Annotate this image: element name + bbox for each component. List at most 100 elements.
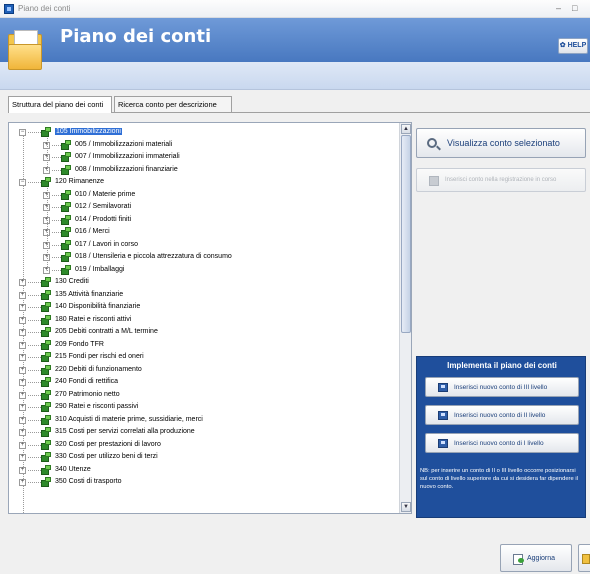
expand-icon[interactable]: + [19, 404, 26, 411]
tree-node-label: 180 Ratei e risconti attivi [55, 315, 132, 323]
add-level1-button[interactable]: Inserisci nuovo conto di I livello [425, 433, 579, 453]
add-level3-button[interactable]: Inserisci nuovo conto di III livello [425, 377, 579, 397]
scroll-thumb[interactable] [401, 135, 411, 333]
header-strip [0, 62, 590, 90]
add-level2-button[interactable]: Inserisci nuovo conto di II livello [425, 405, 579, 425]
save-icon [438, 411, 448, 420]
tree-node[interactable]: +007 / Immobilizzazioni immateriali [9, 152, 399, 163]
tree-connector [28, 407, 41, 408]
page-title: Piano dei conti [60, 26, 212, 47]
expand-icon[interactable]: + [19, 279, 26, 286]
collapse-icon[interactable]: − [19, 129, 26, 136]
scroll-up-icon[interactable]: ▲ [401, 124, 411, 134]
tree-connector [28, 469, 41, 471]
collapse-icon[interactable]: − [19, 179, 26, 186]
exit-icon [582, 554, 590, 564]
account-icon [41, 314, 52, 325]
account-icon [41, 477, 52, 487]
expand-icon[interactable]: + [19, 379, 26, 386]
expand-icon[interactable]: + [19, 466, 26, 474]
tree-node[interactable]: +012 / Semilavorati [9, 202, 399, 213]
tree-node[interactable]: +320 Costi per prestazioni di lavoro [9, 439, 399, 451]
tree-node-label: 016 / Merci [75, 228, 110, 235]
tree-node[interactable]: +018 / Utensileria e piccola attrezzatur… [9, 252, 399, 263]
expand-icon[interactable]: + [19, 479, 26, 486]
maximize-button[interactable]: □ [572, 3, 577, 13]
tree-connector [28, 482, 41, 483]
tree-node[interactable]: +350 Costi di trasporto [9, 477, 399, 488]
account-tree[interactable]: − 105 Immobilizzazioni +005 / Immobilizzaz… [8, 122, 412, 514]
tree-node[interactable]: +330 Costi per utilizzo beni di terzi [9, 452, 399, 463]
tree-node-label: 209 Fondo TFR [55, 340, 104, 348]
tree-node[interactable]: +180 Ratei e risconti attivi [9, 314, 399, 326]
tree-node[interactable]: +215 Fondi per rischi ed oneri [9, 352, 399, 363]
scroll-down-icon[interactable]: ▼ [401, 502, 411, 512]
tree-node[interactable]: +130 Crediti [9, 277, 399, 288]
tree-connector [28, 419, 41, 421]
expand-icon[interactable]: + [19, 416, 26, 424]
tree-node-label: 290 Ratei e risconti passivi [55, 403, 139, 410]
tree-node[interactable]: − 105 Immobilizzazioni [9, 127, 399, 138]
expand-icon[interactable]: + [19, 354, 26, 361]
tree-node[interactable]: +310 Acquisti di materie prime, sussidia… [9, 414, 399, 426]
account-icon [61, 264, 72, 275]
tree-node[interactable]: +017 / Lavori in corso [9, 239, 399, 251]
expand-icon[interactable]: + [19, 341, 26, 349]
account-icon [41, 352, 52, 362]
expand-icon[interactable]: + [19, 329, 26, 336]
tree-node[interactable]: +209 Fondo TFR [9, 339, 399, 351]
tree-node[interactable]: +270 Patrimonio netto [9, 389, 399, 401]
tree-scrollbar[interactable]: ▲ ▼ [399, 123, 411, 513]
tree-node[interactable]: +005 / Immobilizzazioni materiali [9, 139, 399, 151]
tree-node[interactable]: − 120 Rimanenze [9, 177, 399, 188]
account-icon [41, 452, 52, 462]
tree-content: − 105 Immobilizzazioni +005 / Immobilizzaz… [9, 123, 399, 513]
expand-icon[interactable]: + [19, 454, 26, 461]
tree-node[interactable]: +010 / Materie prime [9, 189, 399, 201]
tree-node[interactable]: +205 Debiti contratti a M/L termine [9, 327, 399, 338]
folder-document-icon [8, 30, 42, 70]
tree-connector [28, 382, 41, 383]
expand-icon[interactable]: + [19, 391, 26, 399]
expand-icon[interactable]: + [19, 429, 26, 436]
account-icon [61, 152, 72, 162]
tree-node[interactable]: +315 Costi per servizi correlati alla pr… [9, 427, 399, 438]
refresh-document-icon [513, 554, 524, 565]
expand-icon[interactable]: + [19, 441, 26, 449]
expand-icon[interactable]: + [19, 291, 26, 299]
tree-connector [28, 319, 41, 321]
tree-node[interactable]: +135 Attività finanziarie [9, 289, 399, 301]
tree-connector [28, 182, 41, 183]
tree-node[interactable]: +016 / Merci [9, 227, 399, 238]
tab-search[interactable]: Ricerca conto per descrizione [114, 96, 232, 112]
tree-node[interactable]: +014 / Prodotti finiti [9, 214, 399, 226]
tree-node-label: 330 Costi per utilizzo beni di terzi [55, 453, 158, 460]
tree-node[interactable]: +290 Ratei e risconti passivi [9, 402, 399, 413]
magnifier-icon [427, 138, 437, 148]
tab-structure[interactable]: Struttura del piano dei conti [8, 96, 112, 113]
account-icon [41, 439, 52, 450]
tree-node[interactable]: +140 Disponibilità finanziarie [9, 302, 399, 313]
tree-node[interactable]: +240 Fondi di rettifica [9, 377, 399, 388]
tree-node-label: 007 / Immobilizzazioni immateriali [75, 153, 180, 160]
expand-icon[interactable]: + [19, 366, 26, 374]
tree-connector [28, 457, 41, 458]
tree-node[interactable]: +340 Utenze [9, 464, 399, 476]
account-icon [41, 377, 52, 387]
tree-node-label: 014 / Prodotti finiti [75, 215, 132, 223]
expand-icon[interactable]: + [19, 304, 26, 311]
exit-button[interactable] [578, 544, 590, 572]
tree-node[interactable]: +019 / Imballaggi [9, 264, 399, 276]
view-selected-account-button[interactable]: Visualizza conto selezionato [416, 128, 586, 158]
update-button[interactable]: Aggiorna [500, 544, 572, 572]
minimize-button[interactable]: – [556, 3, 561, 13]
insert-account-in-entry-button[interactable]: Inserisci conto nella registrazione in c… [416, 168, 586, 192]
expand-icon[interactable]: + [19, 316, 26, 324]
tree-connector [28, 294, 41, 296]
tree-node[interactable]: +008 / Immobilizzazioni finanziarie [9, 164, 399, 176]
tree-node[interactable]: +220 Debiti di funzionamento [9, 364, 399, 376]
tree-node-label: 135 Attività finanziarie [55, 290, 124, 298]
tree-connector [28, 282, 41, 283]
tree-node-label: 215 Fondi per rischi ed oneri [55, 353, 144, 360]
help-button[interactable]: ✿ HELP [558, 38, 588, 54]
